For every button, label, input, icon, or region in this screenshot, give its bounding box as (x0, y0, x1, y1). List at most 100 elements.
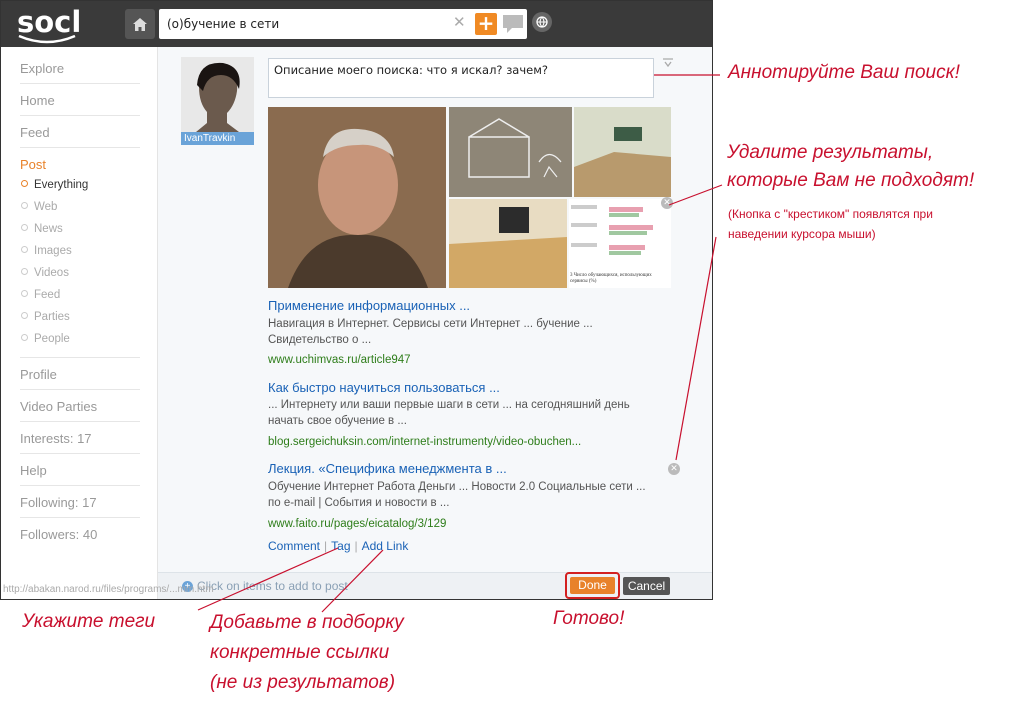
comment-bubble-icon[interactable] (502, 14, 524, 34)
radio-dot-icon (21, 224, 28, 232)
chart-caption: 3 Число обучающихся, использующих сервис… (570, 273, 652, 284)
search-input[interactable] (167, 15, 447, 33)
avatar[interactable]: IvanTravkin (181, 57, 254, 145)
result-2-desc-2: начать свое обучение в ... (268, 415, 407, 427)
chart-photo (571, 205, 653, 255)
computer-photo (449, 199, 567, 288)
callout-annotate: Аннотируйте Ваш поиск! (728, 62, 960, 83)
result-1-title[interactable]: Применение информационных ... (268, 298, 470, 313)
home-icon (133, 17, 147, 31)
result-2-title[interactable]: Как быстро научиться пользоваться ... (268, 380, 500, 395)
portrait-photo (268, 107, 446, 288)
divider (20, 147, 140, 148)
radio-dot-icon (21, 268, 28, 276)
divider (20, 517, 140, 518)
filter-label: News (34, 223, 63, 235)
sidebar-item-followers[interactable]: Followers: 40 (20, 527, 140, 542)
result-1-desc-2: Свидетельство о ... (268, 334, 372, 346)
callout-remove-note-1: (Кнопка с "крестиком" появлятся при (728, 207, 933, 221)
add-link-link[interactable]: Add Link (362, 539, 409, 553)
result-2-desc-1: ... Интернету или ваши первые шаги в сет… (268, 399, 630, 411)
sidebar-item-help[interactable]: Help (20, 463, 140, 478)
callout-done: Готово! (553, 608, 625, 629)
add-post-button[interactable]: + (475, 13, 497, 35)
divider (20, 485, 140, 486)
annotation-field[interactable]: Описание моего поиска: что я искал? заче… (268, 58, 654, 98)
avatar-username: IvanTravkin (181, 132, 254, 145)
filter-everything[interactable]: Everything (21, 179, 88, 191)
post-composer: IvanTravkin Описание моего поиска: что я… (158, 47, 712, 572)
classroom-photo (574, 107, 671, 197)
divider (20, 115, 140, 116)
result-3-url[interactable]: www.faito.ru/pages/eicatalog/3/129 (268, 518, 446, 530)
result-3-title[interactable]: Лекция. «Специфика менеджмента в ... (268, 461, 507, 476)
radio-dot-icon (21, 290, 28, 298)
divider (20, 421, 140, 422)
image-result-classroom[interactable] (574, 107, 671, 197)
comment-link[interactable]: Comment (268, 539, 320, 553)
sidebar-item-home[interactable]: Home (20, 93, 140, 108)
remove-result-icon[interactable]: ✕ (661, 197, 673, 209)
drawing-photo (449, 107, 572, 197)
sidebar-item-profile[interactable]: Profile (20, 367, 140, 382)
hint-text: Click on items to add to post (197, 579, 348, 593)
callout-remove-note-2: наведении курсора мыши) (728, 227, 876, 241)
result-1-url[interactable]: www.uchimvas.ru/article947 (268, 354, 411, 366)
filter-web[interactable]: Web (21, 201, 57, 213)
result-3-desc-2: по e-mail | События и новости в ... (268, 497, 450, 509)
socl-window: socl ✕ + Explore Home Fe (0, 0, 713, 600)
collapse-icon[interactable] (662, 57, 674, 69)
filter-parties[interactable]: Parties (21, 311, 70, 323)
filter-news[interactable]: News (21, 223, 63, 235)
sidebar-item-interests[interactable]: Interests: 17 (20, 431, 140, 446)
radio-dot-icon (21, 334, 28, 342)
filter-label: Videos (34, 267, 69, 279)
sidebar-item-video-parties[interactable]: Video Parties (20, 399, 140, 414)
separator: | (354, 539, 358, 553)
filter-images[interactable]: Images (21, 245, 72, 257)
filter-label: Parties (34, 311, 70, 323)
radio-dot-icon (21, 180, 28, 188)
filter-people[interactable]: People (21, 333, 70, 345)
image-result-portrait[interactable] (268, 107, 446, 288)
filter-label: Web (34, 201, 58, 213)
sidebar-item-following[interactable]: Following: 17 (20, 495, 140, 510)
filter-feed[interactable]: Feed (21, 289, 60, 301)
callout-add-links-3: (не из результатов) (210, 672, 396, 693)
done-button[interactable]: Done (570, 577, 615, 594)
result-1-desc-1: Навигация в Интернет. Сервисы сети Интер… (268, 318, 593, 330)
filter-label: Images (34, 245, 72, 257)
search-box: ✕ + (159, 9, 527, 39)
sidebar: Explore Home Feed Post Everything Web Ne… (1, 47, 158, 599)
result-3-desc-1: Обучение Интернет Работа Деньги ... Ново… (268, 481, 646, 493)
clear-search-icon[interactable]: ✕ (453, 13, 466, 31)
globe-icon (536, 16, 548, 28)
cancel-button[interactable]: Cancel (623, 577, 670, 595)
sidebar-item-explore[interactable]: Explore (20, 61, 140, 76)
filter-label: Everything (34, 179, 89, 191)
callout-remove-line-1: Удалите результаты, (727, 142, 934, 163)
divider (20, 83, 140, 84)
status-bar-url: http://abakan.narod.ru/files/programs/..… (3, 584, 214, 595)
image-result-computer[interactable] (449, 199, 567, 288)
result-2-url[interactable]: blog.sergeichuksin.com/internet-instrume… (268, 436, 581, 448)
divider (20, 453, 140, 454)
filter-label: Feed (34, 289, 61, 301)
filter-videos[interactable]: Videos (21, 267, 69, 279)
image-result-chart[interactable]: 3 Число обучающихся, использующих сервис… (569, 199, 671, 288)
radio-dot-icon (21, 312, 28, 320)
globe-button[interactable] (532, 12, 552, 32)
image-result-drawing[interactable] (449, 107, 572, 197)
callout-add-links-1: Добавьте в подборку (210, 612, 404, 633)
divider (20, 389, 140, 390)
home-button[interactable] (125, 9, 155, 39)
tag-link[interactable]: Tag (331, 539, 350, 553)
post-actions: Comment | Tag | Add Link (268, 539, 408, 553)
separator: | (324, 539, 328, 553)
callout-add-links-2: конкретные ссылки (210, 642, 390, 663)
top-bar: socl ✕ + (1, 1, 712, 47)
sidebar-item-post[interactable]: Post (20, 157, 140, 172)
remove-result-icon[interactable]: ✕ (668, 463, 680, 475)
radio-dot-icon (21, 246, 28, 254)
sidebar-item-feed[interactable]: Feed (20, 125, 140, 140)
